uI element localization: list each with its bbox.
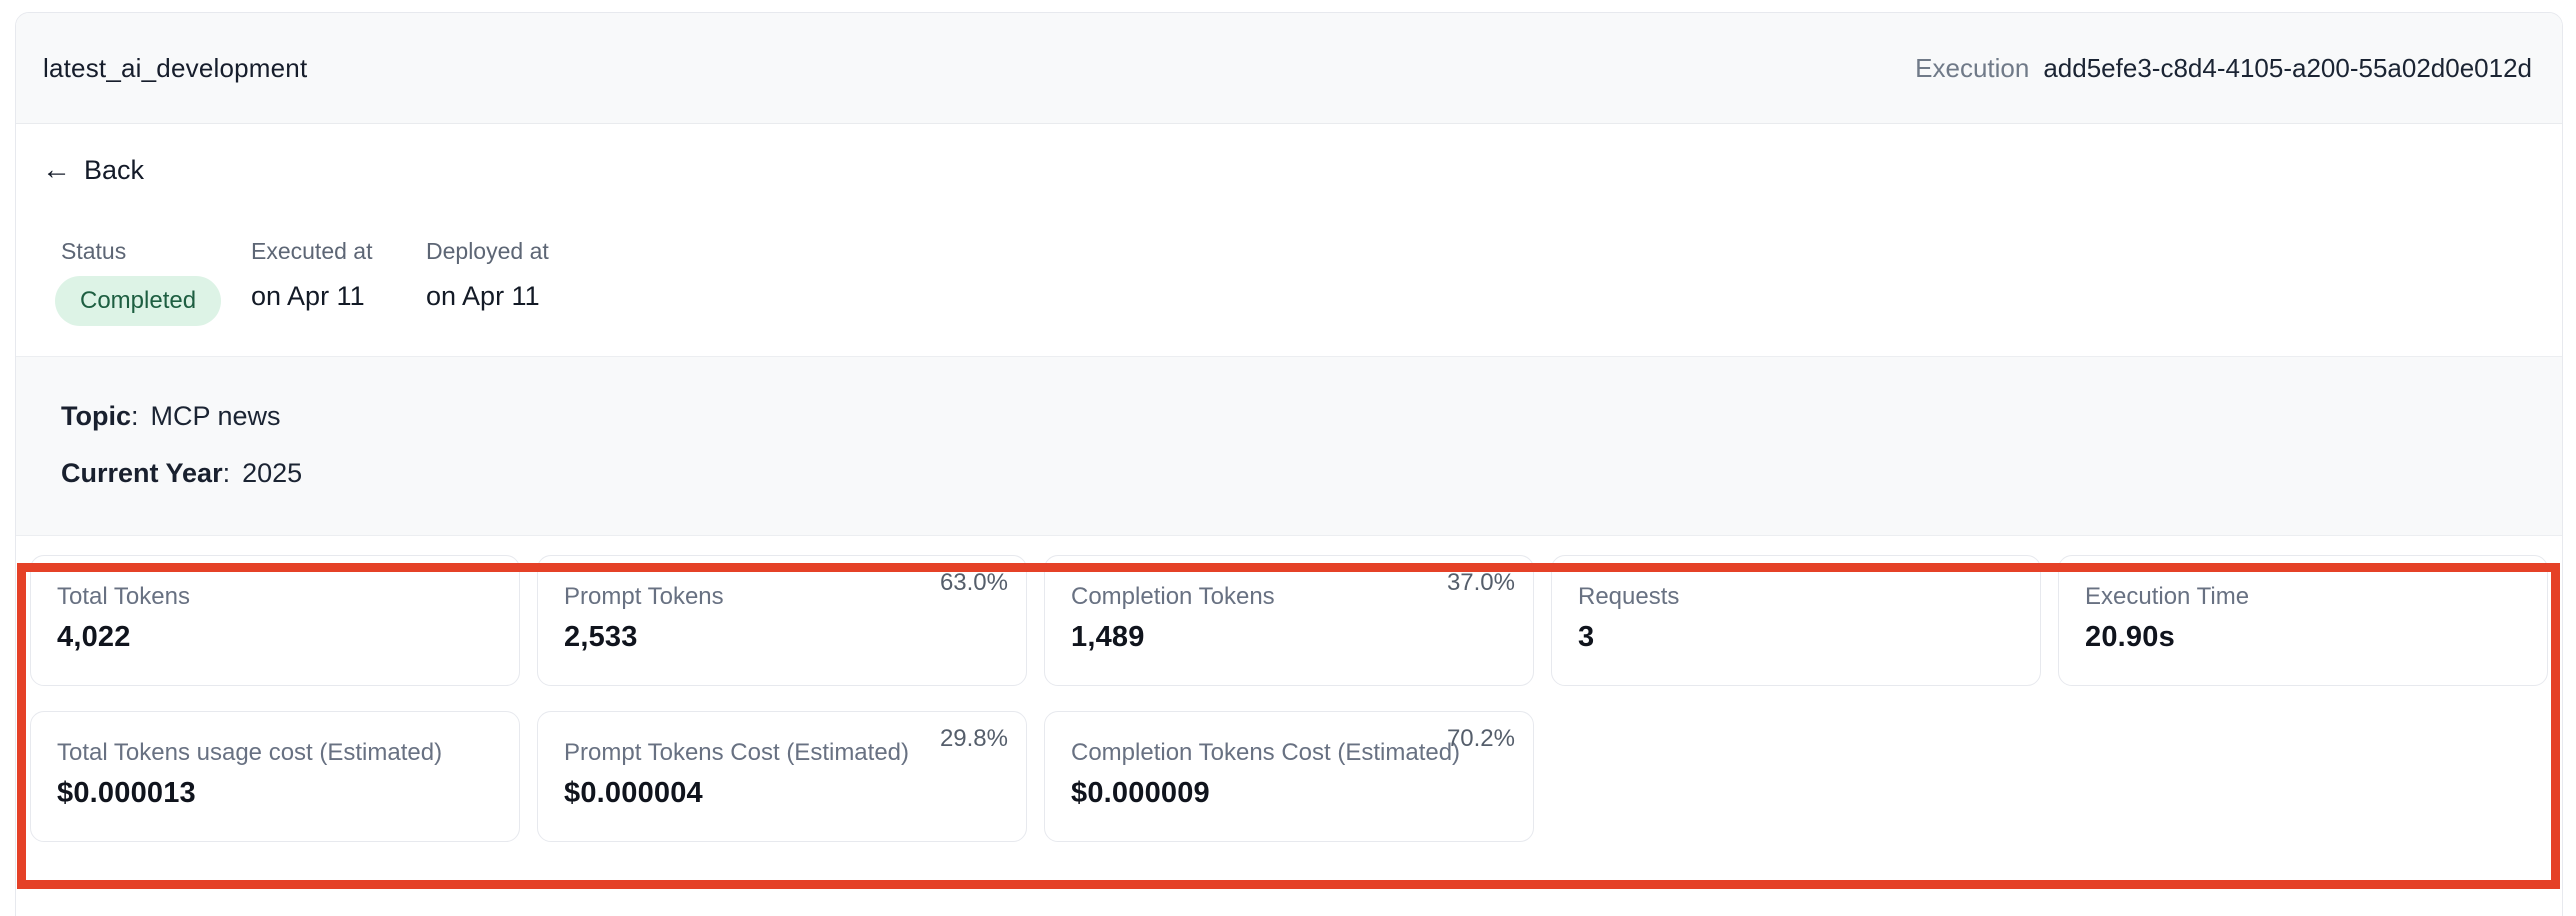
metric-percent: 70.2% (1447, 725, 1515, 753)
page-title: latest_ai_development (43, 53, 307, 84)
metric-card-prompt-tokens: 63.0% Prompt Tokens 2,533 (537, 555, 1027, 686)
metric-percent: 29.8% (940, 725, 1008, 753)
deployed-at-label: Deployed at (426, 238, 549, 265)
deployed-at-column: Deployed at on Apr 11 (426, 238, 549, 312)
status-badge: Completed (55, 276, 221, 326)
executed-at-label: Executed at (251, 238, 426, 265)
metric-label: Total Tokens usage cost (Estimated) (57, 739, 493, 767)
metric-label: Requests (1578, 583, 2014, 611)
execution-detail-card: latest_ai_development Execution add5efe3… (15, 12, 2563, 916)
execution-id: add5efe3-c8d4-4105-a200-55a02d0e012d (2043, 53, 2532, 84)
metric-card-total-tokens-cost: Total Tokens usage cost (Estimated) $0.0… (30, 711, 520, 842)
metric-value: 3 (1578, 621, 2014, 654)
metric-label: Prompt Tokens (564, 583, 1000, 611)
back-label: Back (84, 155, 144, 186)
inputs-section: Topic:MCP news Current Year:2025 (16, 356, 2562, 536)
metric-value: $0.000013 (57, 777, 493, 810)
metric-label: Prompt Tokens Cost (Estimated) (564, 739, 1000, 767)
metric-card-total-tokens: Total Tokens 4,022 (30, 555, 520, 686)
executed-at-value: on Apr 11 (251, 281, 426, 312)
metric-card-completion-tokens-cost: 70.2% Completion Tokens Cost (Estimated)… (1044, 711, 1534, 842)
input-topic: Topic: MCP news (61, 401, 2517, 432)
back-arrow-icon: ← (42, 156, 71, 185)
page: latest_ai_development Execution add5efe3… (0, 0, 2576, 916)
metric-value: $0.000009 (1071, 777, 1507, 810)
metric-card-completion-tokens: 37.0% Completion Tokens 1,489 (1044, 555, 1534, 686)
status-label: Status (61, 238, 251, 265)
input-topic-label: Topic (61, 401, 131, 431)
metric-value: $0.000004 (564, 777, 1000, 810)
input-current-year-value: 2025 (242, 458, 302, 488)
metrics-grid: Total Tokens 4,022 63.0% Prompt Tokens 2… (30, 555, 2548, 842)
metric-card-prompt-tokens-cost: 29.8% Prompt Tokens Cost (Estimated) $0.… (537, 711, 1027, 842)
metric-value: 2,533 (564, 621, 1000, 654)
metric-card-execution-time: Execution Time 20.90s (2058, 555, 2548, 686)
metric-value: 20.90s (2085, 621, 2521, 654)
back-button[interactable]: ← Back (42, 155, 144, 186)
status-column: Status Completed (61, 238, 251, 326)
execution-label: Execution (1915, 53, 2029, 84)
status-row: Status Completed Executed at on Apr 11 D… (61, 238, 2562, 326)
metric-value: 4,022 (57, 621, 493, 654)
metric-label: Completion Tokens Cost (Estimated) (1071, 739, 1507, 767)
input-topic-value: MCP news (151, 401, 281, 431)
executed-at-column: Executed at on Apr 11 (251, 238, 426, 312)
input-current-year-label: Current Year (61, 458, 223, 488)
card-header: latest_ai_development Execution add5efe3… (16, 13, 2562, 124)
deployed-at-value: on Apr 11 (426, 281, 549, 312)
metrics-section: Total Tokens 4,022 63.0% Prompt Tokens 2… (16, 536, 2562, 862)
metric-card-requests: Requests 3 (1551, 555, 2041, 686)
metric-value: 1,489 (1071, 621, 1507, 654)
metric-percent: 37.0% (1447, 569, 1515, 597)
input-topic-separator: : (131, 401, 139, 431)
metric-label: Execution Time (2085, 583, 2521, 611)
execution-info: Execution add5efe3-c8d4-4105-a200-55a02d… (1915, 53, 2532, 84)
input-current-year: Current Year:2025 (61, 458, 2517, 489)
metric-percent: 63.0% (940, 569, 1008, 597)
metric-label: Completion Tokens (1071, 583, 1507, 611)
input-current-year-separator: : (223, 458, 231, 488)
metric-label: Total Tokens (57, 583, 493, 611)
